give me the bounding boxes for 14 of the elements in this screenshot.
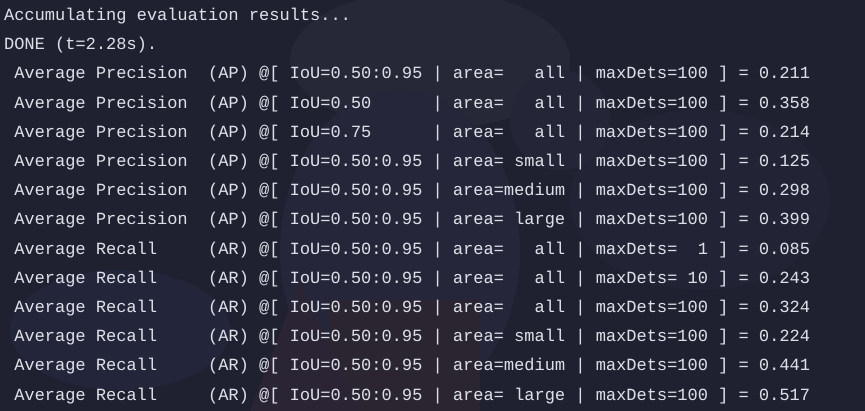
output-line: Average Recall (AR) @[ IoU=0.50:0.95 | area=medium | maxDets=100 ] = 0.441 — [13, 356, 810, 378]
output-line: DONE (t=2.28s). — [4, 35, 158, 58]
output-line: Average Recall (AR) @[ IoU=0.50:0.95 | area= all | maxDets=100 ] = 0.324 — [13, 298, 810, 320]
output-line: Average Precision (AP) @[ IoU=0.50:0.95 | area=medium | maxDets=100 ] = 0.298 — [13, 181, 810, 204]
output-line: Average Precision (AP) @[ IoU=0.50:0.95 | area= all | maxDets=100 ] = 0.211 — [13, 64, 810, 86]
output-line: Average Recall (AR) @[ IoU=0.50:0.95 | area= large | maxDets=100 ] = 0.517 — [13, 386, 810, 408]
output-line: Accumulating evaluation results... — [4, 6, 351, 28]
output-line: Average Recall (AR) @[ IoU=0.50:0.95 | area= all | maxDets= 1 ] = 0.085 — [13, 240, 810, 262]
output-line: Average Recall (AR) @[ IoU=0.50:0.95 | area= small | maxDets=100 ] = 0.224 — [13, 327, 810, 350]
output-line: Average Precision (AP) @[ IoU=0.50 | area= all | maxDets=100 ] = 0.358 — [13, 94, 810, 116]
output-line: Average Recall (AR) @[ IoU=0.50:0.95 | area= all | maxDets= 10 ] = 0.243 — [13, 268, 810, 291]
output-line: Average Precision (AP) @[ IoU=0.50:0.95 | area= large | maxDets=100 ] = 0.399 — [13, 210, 810, 232]
output-line: Average Precision (AP) @[ IoU=0.75 | area= all | maxDets=100 ] = 0.214 — [13, 122, 810, 145]
output-line: Average Precision (AP) @[ IoU=0.50:0.95 | area= small | maxDets=100 ] = 0.125 — [13, 152, 810, 174]
